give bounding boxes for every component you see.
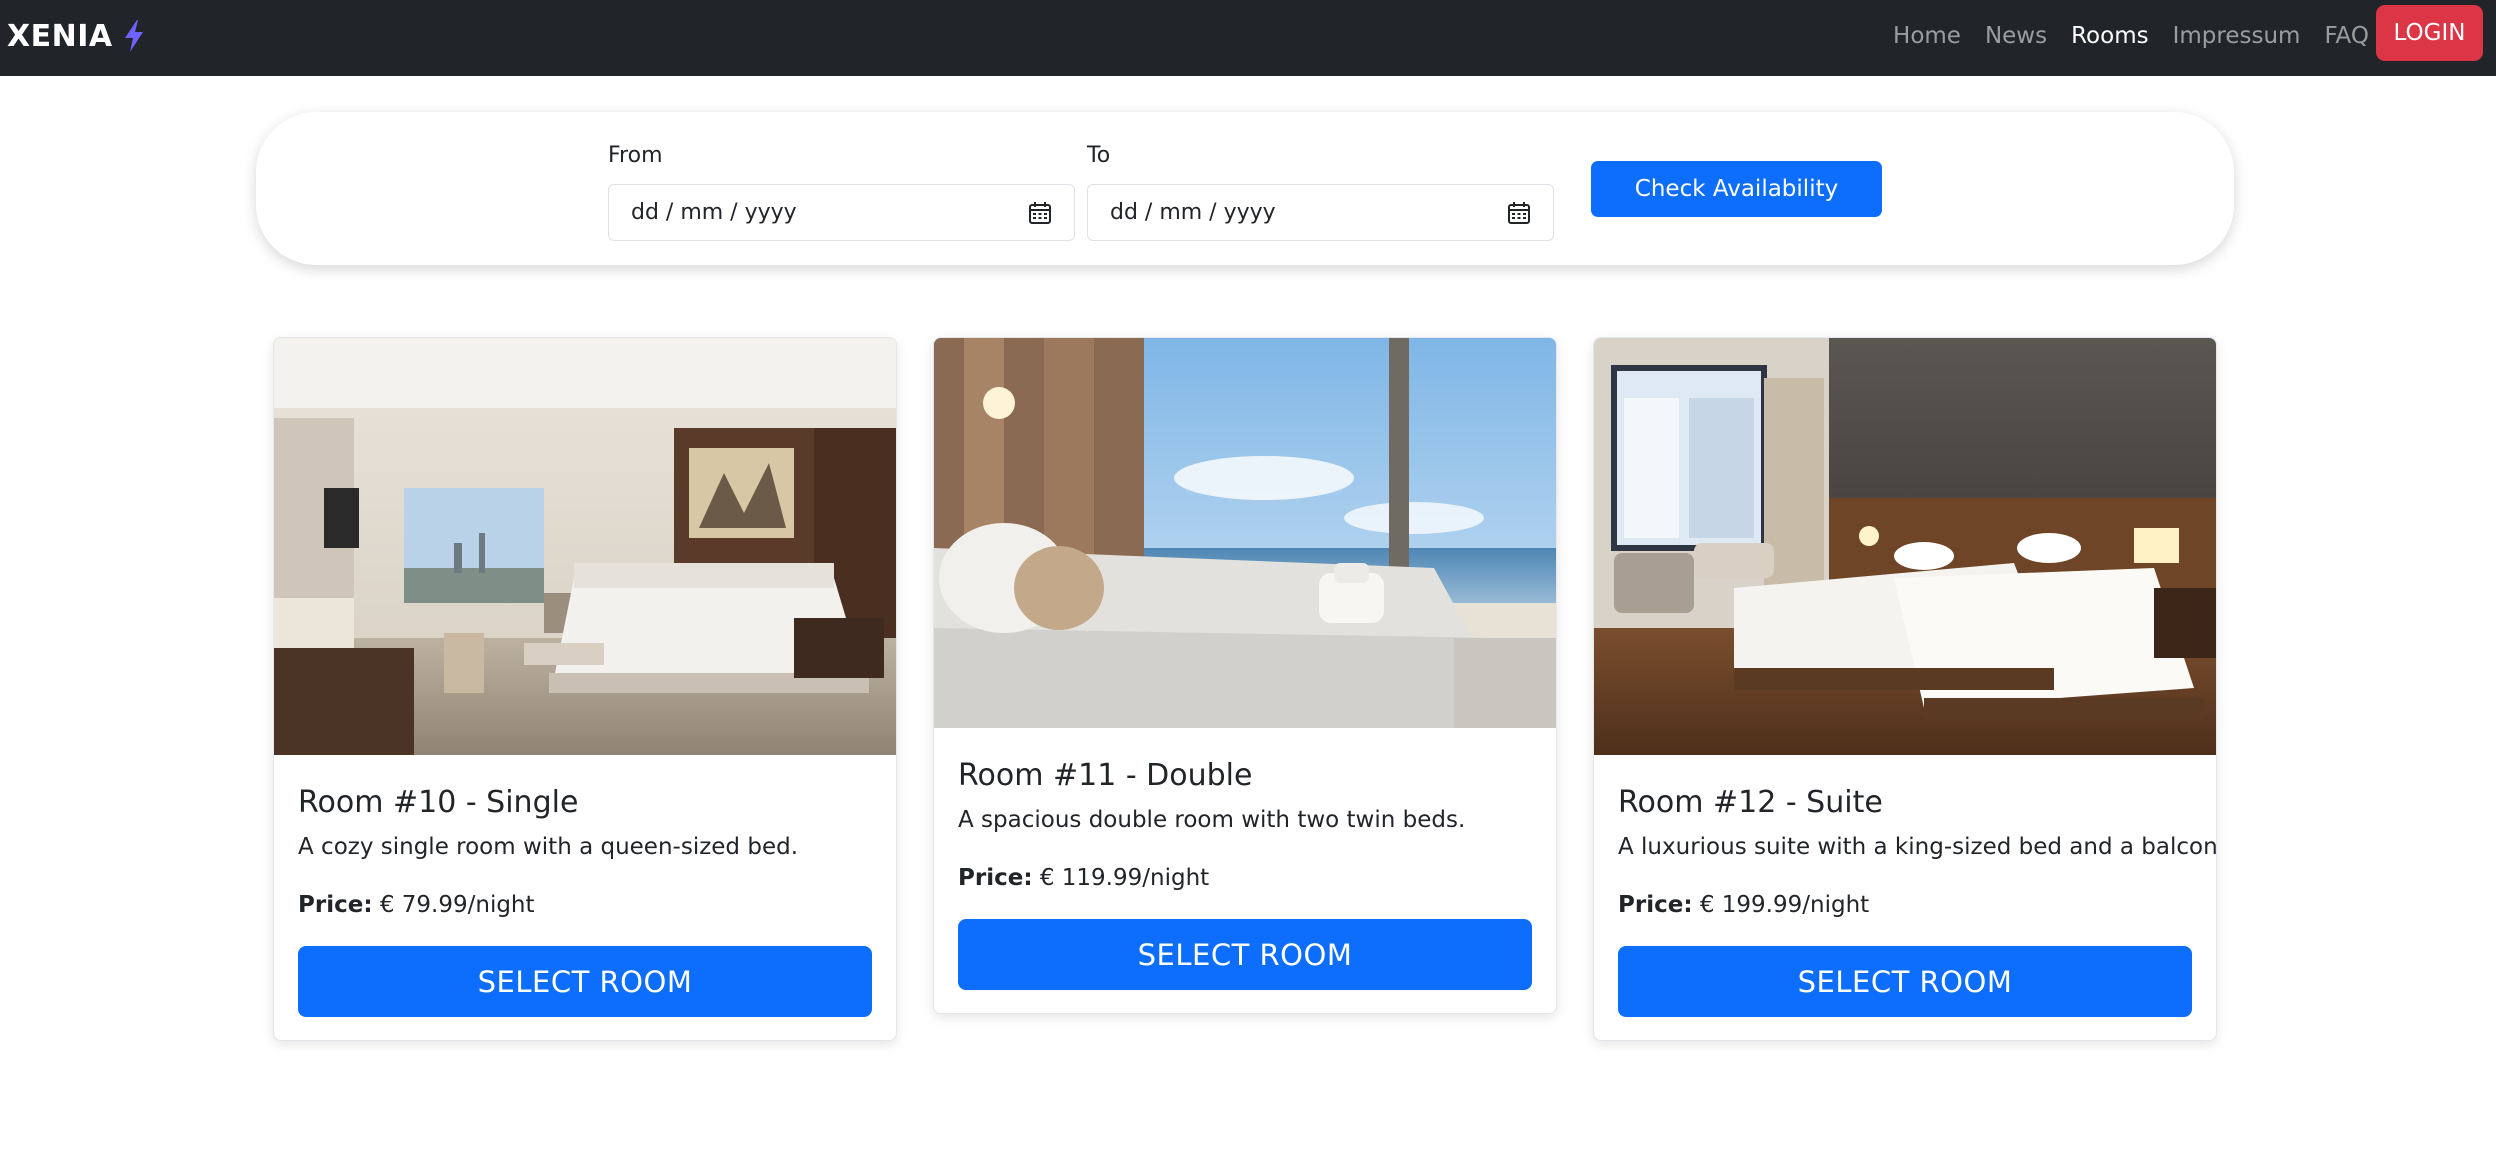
select-room-button[interactable]: SELECT ROOM [298, 946, 872, 1017]
room-card: Room #11 - Double A spacious double room… [933, 337, 1557, 1014]
nav-link-impressum[interactable]: Impressum [2173, 23, 2301, 49]
room-description: A luxurious suite with a king-sized bed … [1618, 834, 2217, 860]
room-image [274, 338, 896, 755]
room-image [934, 338, 1556, 728]
login-button[interactable]: LOGIN [2376, 5, 2483, 61]
room-description: A cozy single room with a queen-sized be… [298, 834, 799, 860]
price-value: € 119.99/night [1039, 865, 1210, 891]
to-date-placeholder: dd / mm / yyyy [1110, 200, 1276, 225]
to-label: To [1087, 143, 1111, 168]
price-value: € 199.99/night [1699, 892, 1870, 918]
room-price: Price: € 119.99/night [958, 865, 1209, 891]
from-label: From [608, 143, 663, 168]
price-label: Price: [1618, 892, 1693, 918]
from-date-input[interactable]: dd / mm / yyyy [608, 184, 1075, 241]
nav-link-faq[interactable]: FAQ [2324, 23, 2369, 49]
nav-link-rooms[interactable]: Rooms [2071, 23, 2148, 49]
price-value: € 79.99/night [379, 892, 535, 918]
room-card: Room #10 - Single A cozy single room wit… [273, 337, 897, 1041]
from-date-placeholder: dd / mm / yyyy [631, 200, 797, 225]
calendar-icon[interactable] [1028, 201, 1052, 225]
top-navbar: XENIA Home News Rooms Impressum FAQ LOGI… [0, 0, 2496, 76]
brand-logo[interactable]: XENIA [7, 16, 145, 56]
to-date-input[interactable]: dd / mm / yyyy [1087, 184, 1554, 241]
select-room-button[interactable]: SELECT ROOM [958, 919, 1532, 990]
nav-link-news[interactable]: News [1985, 23, 2047, 49]
room-image [1594, 338, 2216, 755]
lightning-icon [124, 20, 143, 52]
price-label: Price: [298, 892, 373, 918]
room-title: Room #10 - Single [298, 785, 579, 820]
select-room-button[interactable]: SELECT ROOM [1618, 946, 2192, 1017]
nav-link-home[interactable]: Home [1893, 23, 1961, 49]
brand-name: XENIA [7, 18, 113, 54]
room-price: Price: € 79.99/night [298, 892, 535, 918]
check-availability-button[interactable]: Check Availability [1591, 161, 1882, 217]
room-card: Room #12 - Suite A luxurious suite with … [1593, 337, 2217, 1041]
calendar-icon[interactable] [1507, 201, 1531, 225]
room-title: Room #11 - Double [958, 758, 1253, 793]
nav-links: Home News Rooms Impressum FAQ [1869, 18, 2369, 54]
room-description: A spacious double room with two twin bed… [958, 807, 1466, 833]
price-label: Price: [958, 865, 1033, 891]
room-title: Room #12 - Suite [1618, 785, 1883, 820]
room-price: Price: € 199.99/night [1618, 892, 1869, 918]
